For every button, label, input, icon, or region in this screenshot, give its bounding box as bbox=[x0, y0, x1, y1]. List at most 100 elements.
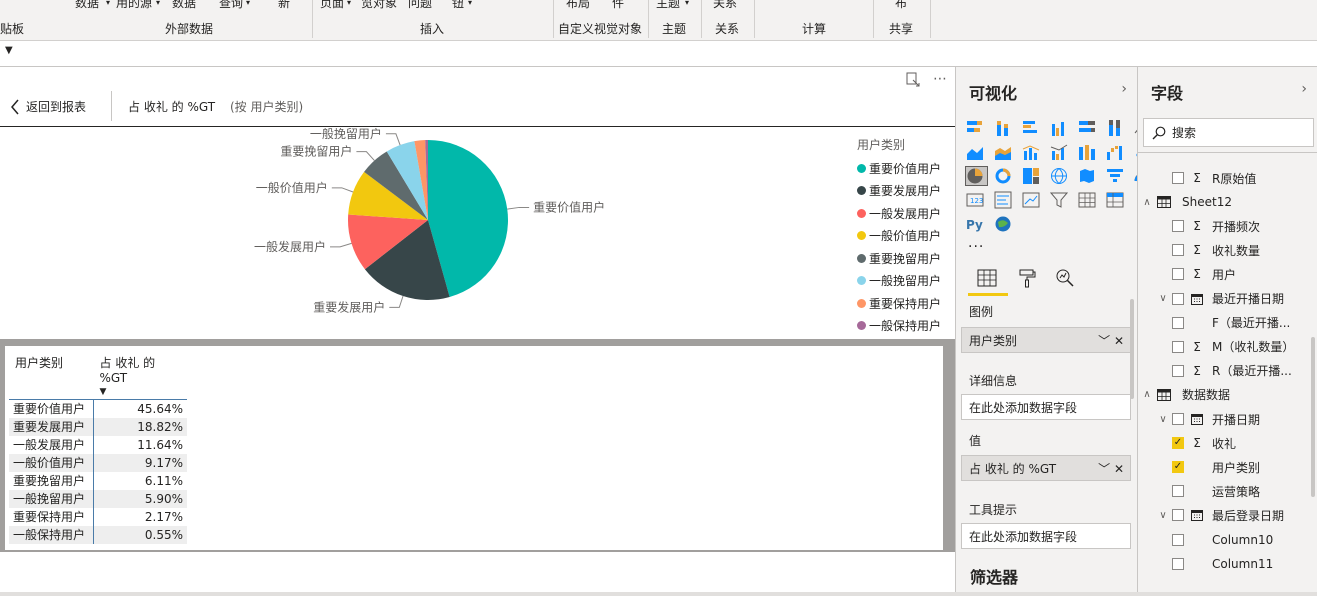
legend-item[interactable]: 重要价值用户 bbox=[857, 157, 941, 180]
ribbon-switch-theme[interactable]: 主题 bbox=[656, 0, 680, 11]
viz-type-filled-map-icon[interactable] bbox=[1078, 167, 1099, 185]
fields-search-input[interactable]: 搜索 bbox=[1143, 118, 1314, 147]
viz-type-map-icon[interactable] bbox=[1050, 167, 1071, 185]
chevron-down-icon[interactable]: ﹀ bbox=[1098, 462, 1110, 476]
ribbon-refresh[interactable]: 新 bbox=[278, 0, 290, 11]
ribbon-get-data[interactable]: 数据 bbox=[75, 0, 99, 11]
viz-type-ribbon-icon[interactable] bbox=[1078, 143, 1099, 161]
field-row[interactable]: Σ 开播频次 bbox=[1154, 214, 1317, 238]
table-row[interactable]: 一般价值用户 9.17% bbox=[9, 453, 187, 472]
viz-type-table-icon[interactable] bbox=[1078, 191, 1099, 209]
field-row[interactable]: ✓ 用户类别 bbox=[1154, 455, 1317, 479]
field-row[interactable]: Σ R原始值 bbox=[1154, 166, 1317, 190]
field-checkbox[interactable] bbox=[1172, 364, 1184, 377]
field-row[interactable]: ∨ 最后登录日期 bbox=[1154, 503, 1317, 527]
ribbon-edit-queries[interactable]: 查询 bbox=[219, 0, 243, 11]
legend-item[interactable]: 重要保持用户 bbox=[857, 292, 941, 315]
viz-type-slicer-icon[interactable] bbox=[1049, 191, 1071, 209]
table-row[interactable]: 一般保持用户 0.55% bbox=[9, 525, 187, 544]
field-row[interactable]: Σ 用户 bbox=[1154, 262, 1317, 286]
field-row[interactable]: Σ R（最近开播... bbox=[1154, 359, 1317, 383]
field-checkbox[interactable] bbox=[1172, 413, 1184, 425]
viz-type-arcgis-icon[interactable] bbox=[994, 215, 1015, 233]
field-checkbox[interactable] bbox=[1172, 485, 1184, 498]
field-row[interactable]: Column11 bbox=[1154, 552, 1317, 576]
table-row[interactable]: 一般挽留用户 5.90% bbox=[9, 489, 187, 508]
table-row[interactable]: 一般发展用户 11.64% bbox=[9, 435, 187, 454]
viz-type-clustered-column-icon[interactable] bbox=[1050, 119, 1071, 137]
details-well[interactable]: 在此处添加数据字段 bbox=[961, 394, 1131, 420]
column-header-category[interactable]: 用户类别 bbox=[9, 352, 93, 400]
field-checkbox[interactable] bbox=[1172, 172, 1184, 184]
legend-item[interactable]: 一般发展用户 bbox=[857, 202, 941, 225]
field-row[interactable]: ∨ 最近开播日期 bbox=[1154, 287, 1317, 311]
viz-type-matrix-icon[interactable] bbox=[1106, 191, 1127, 209]
viz-type-stacked-column-icon[interactable] bbox=[994, 119, 1015, 137]
viz-pane-scrollbar[interactable] bbox=[1130, 299, 1134, 399]
ribbon-ask-question[interactable]: 问题 bbox=[408, 0, 432, 11]
viz-type-stacked-area-icon[interactable] bbox=[994, 143, 1015, 161]
field-checkbox[interactable] bbox=[1172, 533, 1184, 546]
chevron-up-icon[interactable]: ∧ bbox=[1138, 389, 1156, 400]
field-checkbox[interactable] bbox=[1172, 557, 1184, 570]
viz-type-line-clustered-column-icon[interactable] bbox=[1050, 143, 1071, 161]
field-checkbox[interactable] bbox=[1172, 244, 1184, 257]
viz-type-multi-row-card-icon[interactable] bbox=[994, 191, 1015, 209]
fields-tab[interactable] bbox=[974, 265, 1000, 291]
viz-type-pie-icon[interactable] bbox=[965, 166, 988, 186]
fields-pane-scrollbar[interactable] bbox=[1311, 337, 1315, 497]
values-well[interactable]: 占 收礼 的 %GT ﹀ ✕ bbox=[961, 455, 1131, 481]
table-row[interactable]: 重要价值用户 45.64% bbox=[9, 399, 187, 418]
table-visual[interactable]: 用户类别 占 收礼 的 %GT ▼ 重要价值用户 45.64% 重要发展用户 18.82… bbox=[5, 346, 943, 550]
ribbon-recent-sources[interactable]: 用的源 bbox=[116, 0, 152, 11]
field-checkbox[interactable] bbox=[1172, 316, 1184, 329]
chevron-up-icon[interactable]: ∧ bbox=[1138, 197, 1156, 208]
ribbon-buttons[interactable]: 钮 bbox=[452, 0, 464, 11]
viz-type-100-stacked-column-icon[interactable] bbox=[1106, 119, 1127, 137]
field-row[interactable]: ✓ Σ 收礼 bbox=[1154, 431, 1317, 455]
focus-mode-icon[interactable] bbox=[905, 71, 921, 87]
field-checkbox[interactable] bbox=[1172, 340, 1184, 353]
viz-type-card-icon[interactable]: 123 bbox=[966, 191, 987, 209]
viz-type-kpi-icon[interactable] bbox=[1022, 191, 1043, 209]
viz-type-line-column-icon[interactable] bbox=[1022, 143, 1043, 161]
legend-item[interactable]: 重要挽留用户 bbox=[857, 247, 941, 270]
field-row[interactable]: Σ M（收礼数量） bbox=[1154, 335, 1317, 359]
close-icon[interactable]: ✕ bbox=[1114, 462, 1124, 476]
viz-type-funnel-icon[interactable] bbox=[1106, 167, 1127, 185]
chevron-down-icon[interactable]: ∨ bbox=[1154, 414, 1172, 425]
ribbon-manage-relationships[interactable]: 关系 bbox=[713, 0, 737, 11]
chevron-right-icon[interactable]: › bbox=[1301, 81, 1307, 97]
field-table-row[interactable]: ∧ Sheet12 bbox=[1138, 190, 1310, 214]
legend-item[interactable]: 重要发展用户 bbox=[857, 180, 941, 203]
ribbon-new-visual[interactable]: 览对象 bbox=[361, 0, 397, 11]
field-row[interactable]: F（最近开播... bbox=[1154, 311, 1317, 335]
chevron-down-icon[interactable]: ∨ bbox=[1154, 293, 1172, 304]
ribbon-from-file[interactable]: 件 bbox=[612, 0, 624, 11]
table-row[interactable]: 重要发展用户 18.82% bbox=[9, 417, 187, 436]
analytics-tab[interactable] bbox=[1052, 265, 1078, 291]
viz-type-area-icon[interactable] bbox=[966, 143, 987, 161]
field-checkbox[interactable]: ✓ bbox=[1172, 437, 1184, 450]
table-row[interactable]: 重要保持用户 2.17% bbox=[9, 507, 187, 526]
viz-type-stacked-bar-icon[interactable] bbox=[966, 119, 987, 137]
pie-chart-visual[interactable]: 重要价值用户 重要发展用户 一般发展用户 一般价值用户 重要挽留用户 一般挽留用户 用户类… bbox=[0, 126, 955, 340]
viz-type-waterfall-icon[interactable] bbox=[1106, 143, 1127, 161]
field-checkbox[interactable] bbox=[1172, 268, 1184, 281]
table-row[interactable]: 重要挽留用户 6.11% bbox=[9, 471, 187, 490]
more-options-icon[interactable]: ⋯ bbox=[933, 71, 947, 87]
collapse-caret-icon[interactable]: ▼ bbox=[5, 45, 13, 56]
field-row[interactable]: 运营策略 bbox=[1154, 479, 1317, 503]
format-tab[interactable] bbox=[1014, 265, 1040, 291]
field-row[interactable]: Σ 收礼数量 bbox=[1154, 238, 1317, 262]
more-visuals-icon[interactable]: ... bbox=[968, 235, 984, 251]
field-checkbox[interactable] bbox=[1172, 220, 1184, 233]
chevron-right-icon[interactable]: › bbox=[1121, 81, 1127, 97]
viz-type-clustered-bar-icon[interactable] bbox=[1022, 119, 1043, 137]
legend-item[interactable]: 一般挽留用户 bbox=[857, 270, 941, 293]
viz-type-treemap-icon[interactable] bbox=[1022, 167, 1043, 185]
ribbon-publish[interactable]: 布 bbox=[895, 0, 907, 11]
legend-well[interactable]: 用户类别 ﹀ ✕ bbox=[961, 327, 1131, 353]
field-checkbox[interactable] bbox=[1172, 292, 1184, 305]
field-row[interactable]: Column10 bbox=[1154, 528, 1317, 552]
